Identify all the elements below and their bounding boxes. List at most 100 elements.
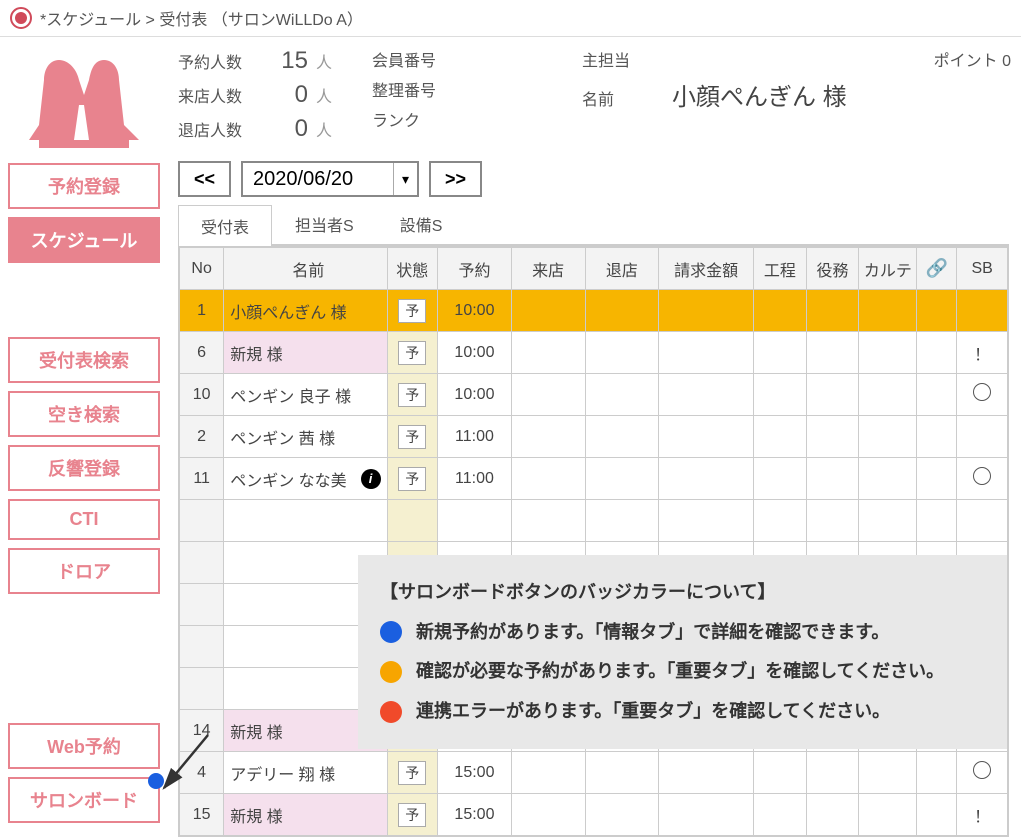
- yoyaku-toroku-button[interactable]: 予約登録: [8, 163, 160, 209]
- col-name[interactable]: 名前: [224, 248, 387, 290]
- cell-seikyu: [659, 332, 754, 374]
- cell-name: ペンギン 良子 様: [224, 374, 387, 416]
- col-sb[interactable]: SB: [957, 248, 1008, 290]
- table-row: [180, 500, 1008, 542]
- cell-kotei: [754, 290, 807, 332]
- taiten-count-label: 退店人数: [178, 117, 258, 141]
- cell-yoyaku: 11:00: [438, 458, 512, 500]
- uketsuke-kensaku-button[interactable]: 受付表検索: [8, 337, 160, 383]
- app-icon: [10, 7, 32, 29]
- cell-raiten: [511, 794, 585, 836]
- shutanto-label: 主担当: [582, 47, 652, 71]
- cell-no: 11: [180, 458, 224, 500]
- callout-red-text: 連携エラーがあります。「重要タブ」を確認してください。: [416, 692, 890, 732]
- cell-link: [917, 458, 957, 500]
- cell-yakumu: [806, 290, 859, 332]
- col-no[interactable]: No: [180, 248, 224, 290]
- cell-sb: ！: [957, 332, 1008, 374]
- cell-state: 予: [387, 794, 438, 836]
- cell-yoyaku: 10:00: [438, 290, 512, 332]
- col-yakumu[interactable]: 役務: [806, 248, 859, 290]
- tab-uketsuke[interactable]: 受付表: [178, 205, 272, 246]
- col-karte[interactable]: カルテ: [859, 248, 917, 290]
- info-icon[interactable]: i: [361, 469, 381, 489]
- hankyo-toroku-button[interactable]: 反響登録: [8, 445, 160, 491]
- cell-yoyaku: 10:00: [438, 332, 512, 374]
- cell-kotei: [754, 332, 807, 374]
- cell-link: [917, 290, 957, 332]
- cell-seikyu: [659, 416, 754, 458]
- callout-orange-text: 確認が必要な予約があります。「重要タブ」を確認してください。: [416, 652, 944, 692]
- col-seikyu[interactable]: 請求金額: [659, 248, 754, 290]
- cell-no: 14: [180, 710, 224, 752]
- cell-seikyu: [659, 794, 754, 836]
- cell-raiten: [511, 416, 585, 458]
- state-badge: 予: [398, 341, 426, 365]
- table-row[interactable]: 2ペンギン 茜 様予11:00: [180, 416, 1008, 458]
- cell-yoyaku: 15:00: [438, 794, 512, 836]
- state-badge: 予: [398, 761, 426, 785]
- salonboard-button[interactable]: サロンボード: [8, 777, 160, 823]
- link-icon: 🔗: [926, 258, 948, 278]
- yoyaku-count-label: 予約人数: [178, 49, 258, 73]
- raiten-count-label: 来店人数: [178, 83, 258, 107]
- cell-karte: [859, 416, 917, 458]
- sb-circle-icon: [973, 761, 991, 779]
- cell-raiten: [511, 752, 585, 794]
- cell-name: ペンギン 茜 様: [224, 416, 387, 458]
- cell-taiten: [585, 332, 659, 374]
- cell-yakumu: [806, 794, 859, 836]
- cell-yakumu: [806, 416, 859, 458]
- cell-sb: [957, 374, 1008, 416]
- cell-karte: [859, 290, 917, 332]
- namae-label: 名前: [582, 86, 652, 110]
- col-state[interactable]: 状態: [387, 248, 438, 290]
- summary: 予約人数15人 来店人数0人 退店人数0人 会員番号 整理番号 ランク 主担当 …: [178, 47, 1009, 149]
- date-dropdown-icon[interactable]: ▾: [393, 163, 417, 195]
- date-selector[interactable]: ▾: [241, 161, 419, 197]
- cell-taiten: [585, 416, 659, 458]
- next-date-button[interactable]: >>: [429, 161, 482, 197]
- sidebar: 予約登録 スケジュール 受付表検索 空き検索 反響登録 CTI ドロア Web予…: [0, 37, 168, 839]
- prev-date-button[interactable]: <<: [178, 161, 231, 197]
- cell-seikyu: [659, 752, 754, 794]
- col-link[interactable]: 🔗: [917, 248, 957, 290]
- callout-title: 【サロンボードボタンのバッジカラーについて】: [380, 573, 985, 613]
- cell-karte: [859, 332, 917, 374]
- date-input[interactable]: [243, 164, 393, 195]
- cell-no: 15: [180, 794, 224, 836]
- cell-sb: [957, 752, 1008, 794]
- table-row[interactable]: 10ペンギン 良子 様予10:00: [180, 374, 1008, 416]
- cell-yakumu: [806, 458, 859, 500]
- col-raiten[interactable]: 来店: [511, 248, 585, 290]
- cell-yoyaku: 10:00: [438, 374, 512, 416]
- schedule-button[interactable]: スケジュール: [8, 217, 160, 263]
- table-row[interactable]: 15新規 様予15:00！: [180, 794, 1008, 836]
- cell-yoyaku: 11:00: [438, 416, 512, 458]
- state-badge: 予: [398, 803, 426, 827]
- col-yoyaku[interactable]: 予約: [438, 248, 512, 290]
- cell-no: 2: [180, 416, 224, 458]
- table-row[interactable]: 11ペンギン なな美i予11:00: [180, 458, 1008, 500]
- col-kotei[interactable]: 工程: [754, 248, 807, 290]
- cell-taiten: [585, 374, 659, 416]
- col-taiten[interactable]: 退店: [585, 248, 659, 290]
- doroa-button[interactable]: ドロア: [8, 548, 160, 594]
- cell-state: 予: [387, 416, 438, 458]
- cell-raiten: [511, 458, 585, 500]
- web-yoyaku-button[interactable]: Web予約: [8, 723, 160, 769]
- table-row[interactable]: 4アデリー 翔 様予15:00: [180, 752, 1008, 794]
- tab-setsubi[interactable]: 設備S: [377, 203, 466, 244]
- cell-no: 10: [180, 374, 224, 416]
- cti-button[interactable]: CTI: [8, 499, 160, 540]
- aki-kensaku-button[interactable]: 空き検索: [8, 391, 160, 437]
- cell-raiten: [511, 332, 585, 374]
- table-row[interactable]: 1小顔ぺんぎん 様予10:00: [180, 290, 1008, 332]
- tab-tantosha[interactable]: 担当者S: [272, 203, 377, 244]
- cell-kotei: [754, 752, 807, 794]
- cell-taiten: [585, 290, 659, 332]
- notification-badge-icon: [148, 773, 164, 789]
- table-row[interactable]: 6新規 様予10:00！: [180, 332, 1008, 374]
- cell-name: 新規 様: [224, 332, 387, 374]
- cell-yakumu: [806, 332, 859, 374]
